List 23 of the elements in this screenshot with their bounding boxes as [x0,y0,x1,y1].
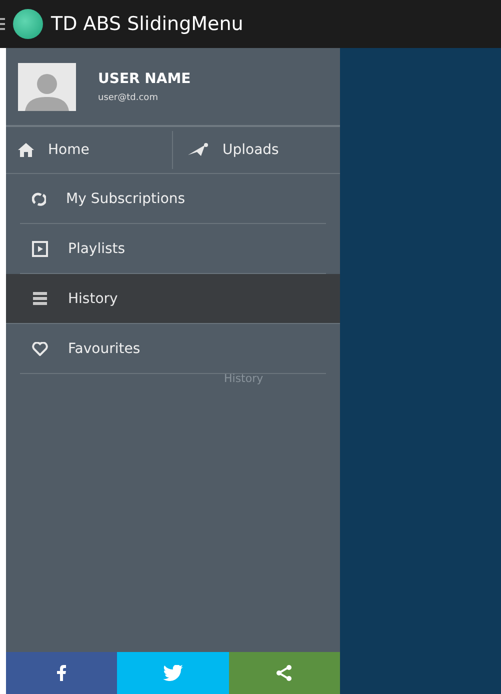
menu-item[interactable]: Favourites [20,324,326,374]
facebook-button[interactable] [6,652,118,694]
app-title: TD ABS SlidingMenu [51,13,244,35]
film-frame-icon [32,240,48,256]
share-button[interactable] [228,652,340,694]
stack-icon [32,290,48,306]
heart-icon [32,342,48,356]
facebook-icon [57,665,66,681]
twitter-button[interactable] [117,652,229,694]
home-icon [18,143,34,157]
paper-plane-icon [186,143,208,157]
share-icon [276,665,292,681]
user-name: USER NAME [98,70,191,86]
loop-icon [32,190,46,206]
menu-icon[interactable] [0,18,5,30]
user-email: user@td.com [98,92,159,102]
menu-item[interactable]: History [6,274,340,324]
faded-label: History [223,372,264,385]
bird-icon [162,665,183,681]
avatar-silhouette-icon [18,62,76,110]
nav-tab[interactable]: Home [6,127,172,173]
app-logo-icon [13,9,43,39]
menu-item[interactable]: My Subscriptions [20,174,326,224]
